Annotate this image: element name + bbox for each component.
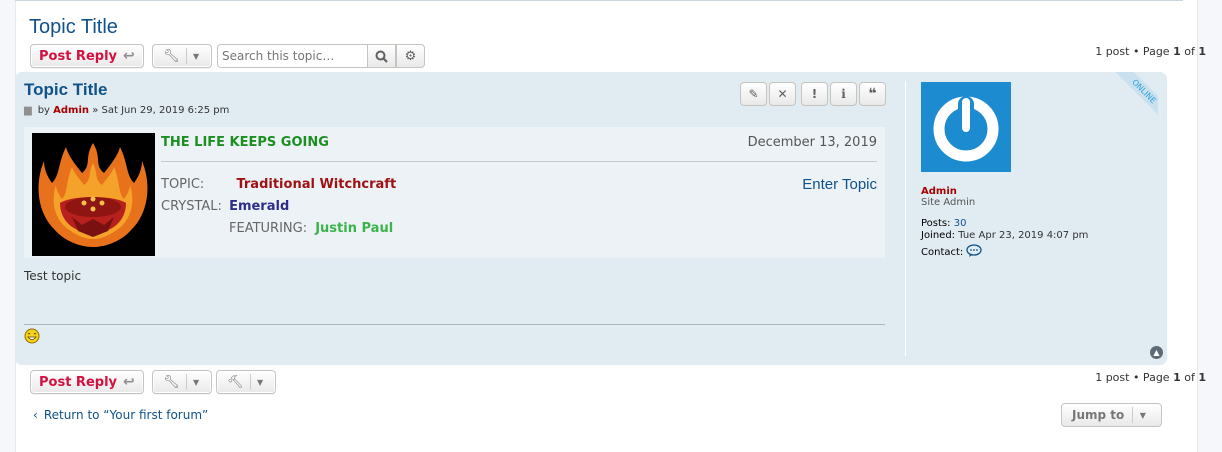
chevron-down-icon: ▼ [185, 48, 206, 64]
gear-icon: ⚙ [404, 48, 417, 64]
reply-icon: ↩ [123, 374, 135, 390]
post-actions: ✎ ✕ ! i ❝ [740, 82, 886, 106]
chevron-up-icon: ▲ [1153, 348, 1160, 357]
search-button[interactable] [367, 44, 396, 68]
exclamation-icon: ! [811, 87, 818, 101]
post-by-label: by [37, 105, 50, 116]
wrench-icon: 🔧︎ [163, 48, 180, 64]
post-reply-button-bottom[interactable]: Post Reply ↩ [30, 370, 144, 394]
profile-joined-row: Joined: Tue Apr 23, 2019 4:07 pm [921, 230, 1088, 241]
report-button[interactable]: ! [801, 82, 828, 106]
post-meta: ▆ by Admin » Sat Jun 29, 2019 6:25 pm [24, 105, 229, 116]
post-reply-button[interactable]: Post Reply ↩ [30, 44, 144, 68]
banner-crystal-row: CRYSTAL: Emerald [161, 199, 289, 214]
avatar[interactable] [921, 82, 1011, 172]
post-content: Test topic [24, 269, 82, 283]
advanced-search-button[interactable]: ⚙ [396, 44, 425, 68]
pagination-text: 1 post • Page [1095, 371, 1170, 384]
signature-divider [24, 324, 885, 325]
post-reply-label: Post Reply [39, 48, 117, 64]
chevron-left-icon: ‹ [33, 408, 38, 422]
joined-value: Tue Apr 23, 2019 4:07 pm [958, 230, 1089, 241]
speech-bubble-icon[interactable] [966, 244, 983, 257]
gavel-icon: 🔨︎ [227, 374, 244, 390]
featuring-label: FEATURING: [229, 221, 308, 236]
return-to-forum-link[interactable]: ‹ Return to “Your first forum” [33, 408, 208, 422]
pagination-top: 1 post • Page 1 of 1 [1095, 45, 1206, 58]
post-reply-label: Post Reply [39, 374, 117, 390]
chevron-down-icon: ▼ [185, 374, 206, 390]
featuring-value: Justin Paul [315, 221, 394, 236]
crystal-label: CRYSTAL: [161, 199, 222, 214]
banner-divider [161, 161, 877, 162]
banner-emblem-image [32, 133, 155, 256]
crystal-value: Emerald [229, 199, 290, 214]
banner-date: December 13, 2019 [747, 135, 877, 150]
pagination-of: of [1184, 371, 1195, 384]
profile-rank: Site Admin [921, 197, 976, 208]
laughing-smiley-icon [24, 328, 40, 344]
signature [24, 328, 40, 347]
search-input[interactable] [217, 44, 368, 68]
jump-to-button[interactable]: Jump to ▼ [1061, 403, 1162, 427]
posts-label: Posts: [921, 218, 951, 229]
wrench-icon: 🔧︎ [163, 374, 180, 390]
topic-tools-button-bottom[interactable]: 🔧︎ ▼ [152, 370, 212, 394]
reply-icon: ↩ [123, 48, 135, 64]
pagination-bottom: 1 post • Page 1 of 1 [1095, 371, 1206, 384]
edit-button[interactable]: ✎ [740, 82, 767, 106]
delete-button[interactable]: ✕ [769, 82, 796, 106]
return-link-text: Return to “Your first forum” [43, 408, 209, 422]
banner-heading: THE LIFE KEEPS GOING [161, 135, 329, 150]
banner-topic-row: TOPIC: Traditional Witchcraft [161, 177, 396, 192]
topic-banner: THE LIFE KEEPS GOING December 13, 2019 T… [24, 127, 885, 258]
flame-emblem-icon [38, 143, 148, 247]
topic-label: TOPIC: [161, 177, 205, 192]
topic-value: Traditional Witchcraft [236, 177, 397, 192]
power-logo-icon [933, 96, 999, 162]
post-author[interactable]: Admin [53, 105, 89, 116]
total-pages: 1 [1198, 371, 1206, 384]
posts-count-link[interactable]: 30 [954, 218, 967, 229]
post-profile: ONLINE Admin Site Admin Posts: 30 Joined… [905, 72, 1158, 356]
jump-to-label: Jump to [1072, 408, 1125, 422]
top-divider [15, 0, 1183, 1]
online-status-ribbon: ONLINE [1098, 72, 1158, 132]
post-title[interactable]: Topic Title [24, 80, 107, 100]
close-icon: ✕ [777, 87, 788, 101]
banner-featuring-row: FEATURING: Justin Paul [229, 221, 393, 236]
quote-icon: ❝ [868, 86, 877, 102]
chevron-down-icon: ▼ [1132, 407, 1152, 423]
post-meta-separator: » [92, 105, 99, 116]
page-title[interactable]: Topic Title [29, 16, 118, 39]
pagination-of: of [1184, 45, 1195, 58]
current-page: 1 [1173, 371, 1181, 384]
post-date: Sat Jun 29, 2019 6:25 pm [101, 105, 230, 116]
moderator-tools-button[interactable]: 🔨︎ ▼ [216, 370, 276, 394]
pagination-text: 1 post • Page [1095, 45, 1170, 58]
search-icon [375, 50, 388, 63]
total-pages: 1 [1198, 45, 1206, 58]
quote-button[interactable]: ❝ [859, 82, 886, 106]
post: Topic Title ▆ by Admin » Sat Jun 29, 2019… [15, 72, 1167, 365]
document-icon[interactable]: ▆ [24, 105, 32, 116]
profile-username[interactable]: Admin [921, 186, 957, 197]
back-to-top-button[interactable]: ▲ [1150, 346, 1163, 359]
joined-label: Joined: [921, 230, 956, 241]
info-button[interactable]: i [830, 82, 857, 106]
online-status-text: ONLINE [1104, 72, 1158, 132]
enter-topic-link[interactable]: Enter Topic [802, 176, 877, 193]
topic-tools-button[interactable]: 🔧︎ ▼ [152, 44, 212, 68]
profile-posts-row: Posts: 30 [921, 218, 966, 229]
profile-contact-row: Contact: [921, 244, 983, 258]
contact-label: Contact: [921, 247, 964, 258]
current-page: 1 [1173, 45, 1181, 58]
info-icon: i [841, 87, 846, 101]
chevron-down-icon: ▼ [249, 374, 270, 390]
pencil-icon: ✎ [748, 87, 759, 101]
